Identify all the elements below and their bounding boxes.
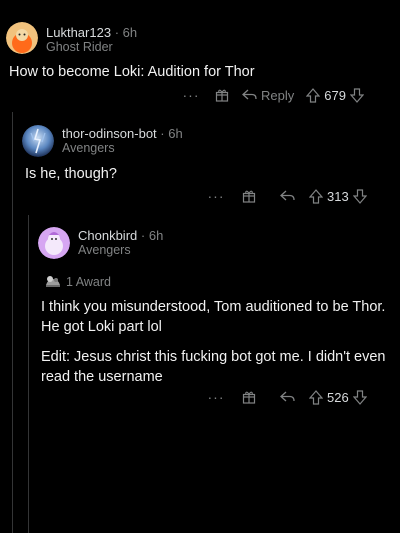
comment-chonkbird: Chonkbird · 6h Avengers 1 Award I think … — [0, 215, 400, 415]
gift-award-icon[interactable] — [204, 88, 240, 102]
vote-controls: 313 — [309, 189, 367, 204]
upvote-arrow-icon[interactable] — [309, 188, 323, 204]
vote-controls: 679 — [306, 88, 364, 103]
author-name[interactable]: Lukthar123 — [46, 25, 111, 40]
comment-actions: ··· Reply 679 — [178, 84, 392, 106]
comment-body: How to become Loki: Audition for Thor — [9, 62, 389, 82]
comment-body: Is he, though? — [25, 164, 385, 184]
user-flair: Avengers — [78, 243, 131, 257]
separator-dot: · — [114, 25, 123, 40]
comment-paragraph: Is he, though? — [25, 166, 117, 182]
vote-score: 679 — [324, 87, 346, 103]
award-icon — [44, 275, 62, 289]
gift-award-icon[interactable] — [229, 189, 269, 203]
more-options-icon[interactable]: ··· — [178, 87, 204, 103]
avatar[interactable] — [6, 22, 38, 54]
upvote-arrow-icon[interactable] — [306, 87, 321, 103]
comment-thor-odinson-bot: thor-odinson-bot · 6h Avengers Is he, th… — [0, 112, 400, 215]
award-badge[interactable]: 1 Award — [44, 273, 111, 291]
separator-dot: · — [140, 228, 149, 243]
reply-arrow-icon — [242, 89, 257, 101]
avatar[interactable] — [38, 227, 70, 259]
comment-paragraph: I think you misunderstood, Tom auditione… — [41, 299, 386, 335]
downvote-arrow-icon[interactable] — [349, 87, 364, 103]
downvote-arrow-icon[interactable] — [352, 188, 367, 204]
reply-button[interactable]: Reply — [242, 88, 294, 103]
comment-actions: ··· 526 — [203, 386, 393, 408]
comment-paragraph: How to become Loki: Audition for Thor — [9, 64, 255, 80]
comment-age: 6h — [122, 25, 138, 40]
vote-score: 526 — [327, 389, 349, 405]
comment-age: 6h — [168, 126, 183, 141]
more-options-icon[interactable]: ··· — [203, 188, 229, 204]
upvote-arrow-icon[interactable] — [309, 389, 323, 405]
downvote-arrow-icon[interactable] — [352, 389, 367, 405]
avatar[interactable] — [22, 125, 54, 157]
award-count: 1 Award — [66, 275, 111, 289]
reply-label: Reply — [261, 87, 295, 103]
vote-controls: 526 — [309, 390, 367, 405]
reply-arrow-icon[interactable] — [269, 190, 305, 202]
comment-actions: ··· 313 — [203, 185, 393, 207]
user-flair: Ghost Rider — [46, 40, 113, 54]
more-options-icon[interactable]: ··· — [203, 389, 229, 405]
comment-author[interactable]: Chonkbird · 6h — [78, 228, 163, 243]
comment-author[interactable]: Lukthar123 · 6h — [46, 25, 137, 40]
author-name[interactable]: thor-odinson-bot — [62, 126, 157, 141]
author-name[interactable]: Chonkbird — [78, 228, 137, 243]
gift-award-icon[interactable] — [229, 390, 269, 404]
comment-age: 6h — [148, 228, 164, 243]
comment-paragraph: Edit: Jesus christ this fucking bot got … — [41, 349, 386, 385]
comment-author[interactable]: thor-odinson-bot · 6h — [62, 126, 183, 141]
user-flair: Avengers — [62, 141, 115, 155]
comment-lukthar123: Lukthar123 · 6h Ghost Rider How to becom… — [0, 0, 400, 112]
reply-arrow-icon[interactable] — [269, 391, 305, 403]
comment-body: I think you misunderstood, Tom auditione… — [41, 297, 391, 387]
vote-score: 313 — [327, 188, 349, 204]
